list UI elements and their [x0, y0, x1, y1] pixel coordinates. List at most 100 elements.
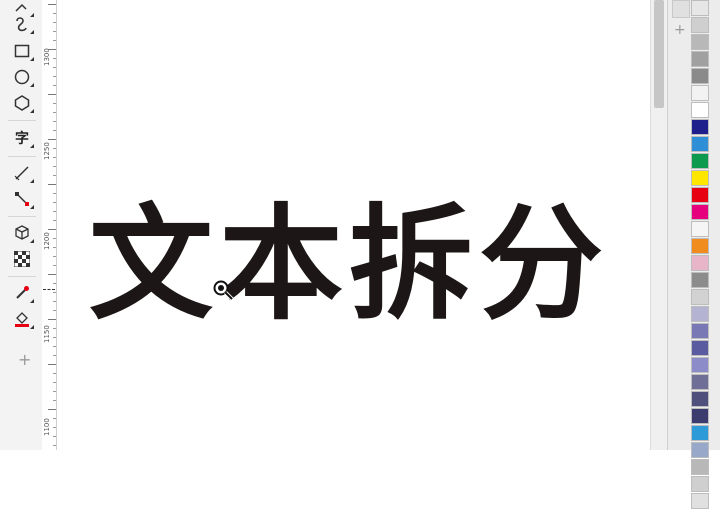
color-swatch[interactable] — [691, 238, 709, 254]
ruler-tick — [53, 121, 56, 122]
color-swatch[interactable] — [691, 289, 709, 305]
ruler-tick — [48, 274, 56, 275]
ruler-tick — [53, 175, 56, 176]
drawing-canvas[interactable]: 文本拆分 — [57, 0, 650, 450]
color-swatch[interactable] — [691, 357, 709, 373]
toolbox-divider — [8, 156, 36, 157]
color-swatch[interactable] — [691, 374, 709, 390]
ruler-label: 1200 — [43, 232, 51, 250]
color-swatch[interactable] — [691, 153, 709, 169]
ruler-tick — [53, 67, 56, 68]
color-swatch[interactable] — [691, 187, 709, 203]
ruler-tick — [48, 229, 56, 230]
extrude-icon[interactable] — [10, 222, 34, 244]
ruler-tick — [53, 301, 56, 302]
ruler-tick — [53, 202, 56, 203]
ruler-tick — [53, 103, 56, 104]
ruler-tick — [48, 184, 56, 185]
ruler-tick — [53, 265, 56, 266]
rectangle-icon[interactable] — [10, 40, 34, 62]
vertical-ruler[interactable]: 1300 1250 1200 1150 1100 — [42, 0, 57, 450]
ruler-tick — [53, 148, 56, 149]
color-swatch[interactable] — [691, 255, 709, 271]
add-color-button[interactable]: + — [674, 22, 686, 38]
color-swatch[interactable] — [691, 493, 709, 509]
ruler-tick — [53, 247, 56, 248]
ruler-tick — [53, 157, 56, 158]
ruler-tick — [53, 337, 56, 338]
ruler-tick — [53, 76, 56, 77]
color-swatch[interactable] — [691, 221, 709, 237]
toolbox-divider — [8, 276, 36, 277]
ruler-label: 1100 — [43, 418, 51, 436]
polygon-icon[interactable] — [10, 92, 34, 114]
ruler-tick — [53, 373, 56, 374]
text-tool-icon[interactable]: 字 — [10, 127, 34, 149]
color-swatch[interactable] — [691, 0, 709, 16]
ruler-tick — [53, 400, 56, 401]
ruler-label: 1150 — [43, 325, 51, 343]
ruler-tick — [53, 220, 56, 221]
transparency-icon[interactable] — [10, 248, 34, 270]
color-swatch[interactable] — [691, 34, 709, 50]
color-swatch[interactable] — [691, 17, 709, 33]
ruler-tick — [53, 31, 56, 32]
ruler-cursor-marker — [43, 289, 55, 290]
color-swatch[interactable] — [691, 136, 709, 152]
ruler-tick — [53, 13, 56, 14]
color-swatch[interactable] — [691, 408, 709, 424]
ruler-tick — [53, 166, 56, 167]
color-swatch[interactable] — [691, 442, 709, 458]
palette-top-swatch[interactable] — [672, 0, 690, 18]
fill-icon[interactable] — [10, 308, 34, 330]
color-swatch[interactable] — [691, 459, 709, 475]
ruler-tick — [53, 211, 56, 212]
ruler-tick — [53, 436, 56, 437]
ruler-tick — [53, 346, 56, 347]
color-swatch[interactable] — [691, 340, 709, 356]
ruler-tick — [53, 427, 56, 428]
color-swatch[interactable] — [691, 391, 709, 407]
color-swatch[interactable] — [691, 272, 709, 288]
ruler-tick — [48, 49, 56, 50]
ruler-tick — [53, 328, 56, 329]
ruler-tick — [53, 391, 56, 392]
ruler-tick — [53, 58, 56, 59]
ruler-tick — [53, 256, 56, 257]
ruler-tick — [53, 418, 56, 419]
color-swatch[interactable] — [691, 85, 709, 101]
toolbox-divider — [8, 216, 36, 217]
add-tool-button[interactable]: + — [18, 350, 31, 369]
color-swatch[interactable] — [691, 306, 709, 322]
color-swatch[interactable] — [691, 476, 709, 492]
ruler-tick — [53, 130, 56, 131]
connector-icon[interactable] — [10, 188, 34, 210]
ruler-tick — [48, 94, 56, 95]
ruler-tick — [53, 283, 56, 284]
dimension-icon[interactable] — [10, 162, 34, 184]
eyedropper-icon[interactable] — [10, 282, 34, 304]
color-swatch[interactable] — [691, 102, 709, 118]
ellipse-icon[interactable] — [10, 66, 34, 88]
zoom-cursor-icon — [213, 280, 234, 301]
color-swatch[interactable] — [691, 68, 709, 84]
ruler-label: 1250 — [43, 142, 51, 160]
color-swatch[interactable] — [691, 119, 709, 135]
palette-swatches — [691, 0, 709, 510]
color-swatch[interactable] — [691, 204, 709, 220]
color-swatch[interactable] — [691, 170, 709, 186]
text-tool-glyph: 字 — [15, 131, 29, 147]
scrollbar-thumb[interactable] — [654, 0, 664, 108]
ruler-label: 1300 — [43, 48, 51, 66]
artistic-media-icon[interactable] — [10, 13, 34, 35]
color-swatch[interactable] — [691, 425, 709, 441]
ruler-tick — [53, 310, 56, 311]
ruler-tick — [53, 85, 56, 86]
headline-text[interactable]: 文本拆分 — [89, 190, 649, 340]
ruler-tick — [53, 292, 56, 293]
vertical-scrollbar[interactable] — [650, 0, 667, 450]
ruler-tick — [53, 193, 56, 194]
ruler-tick — [48, 139, 56, 140]
color-swatch[interactable] — [691, 51, 709, 67]
color-swatch[interactable] — [691, 323, 709, 339]
